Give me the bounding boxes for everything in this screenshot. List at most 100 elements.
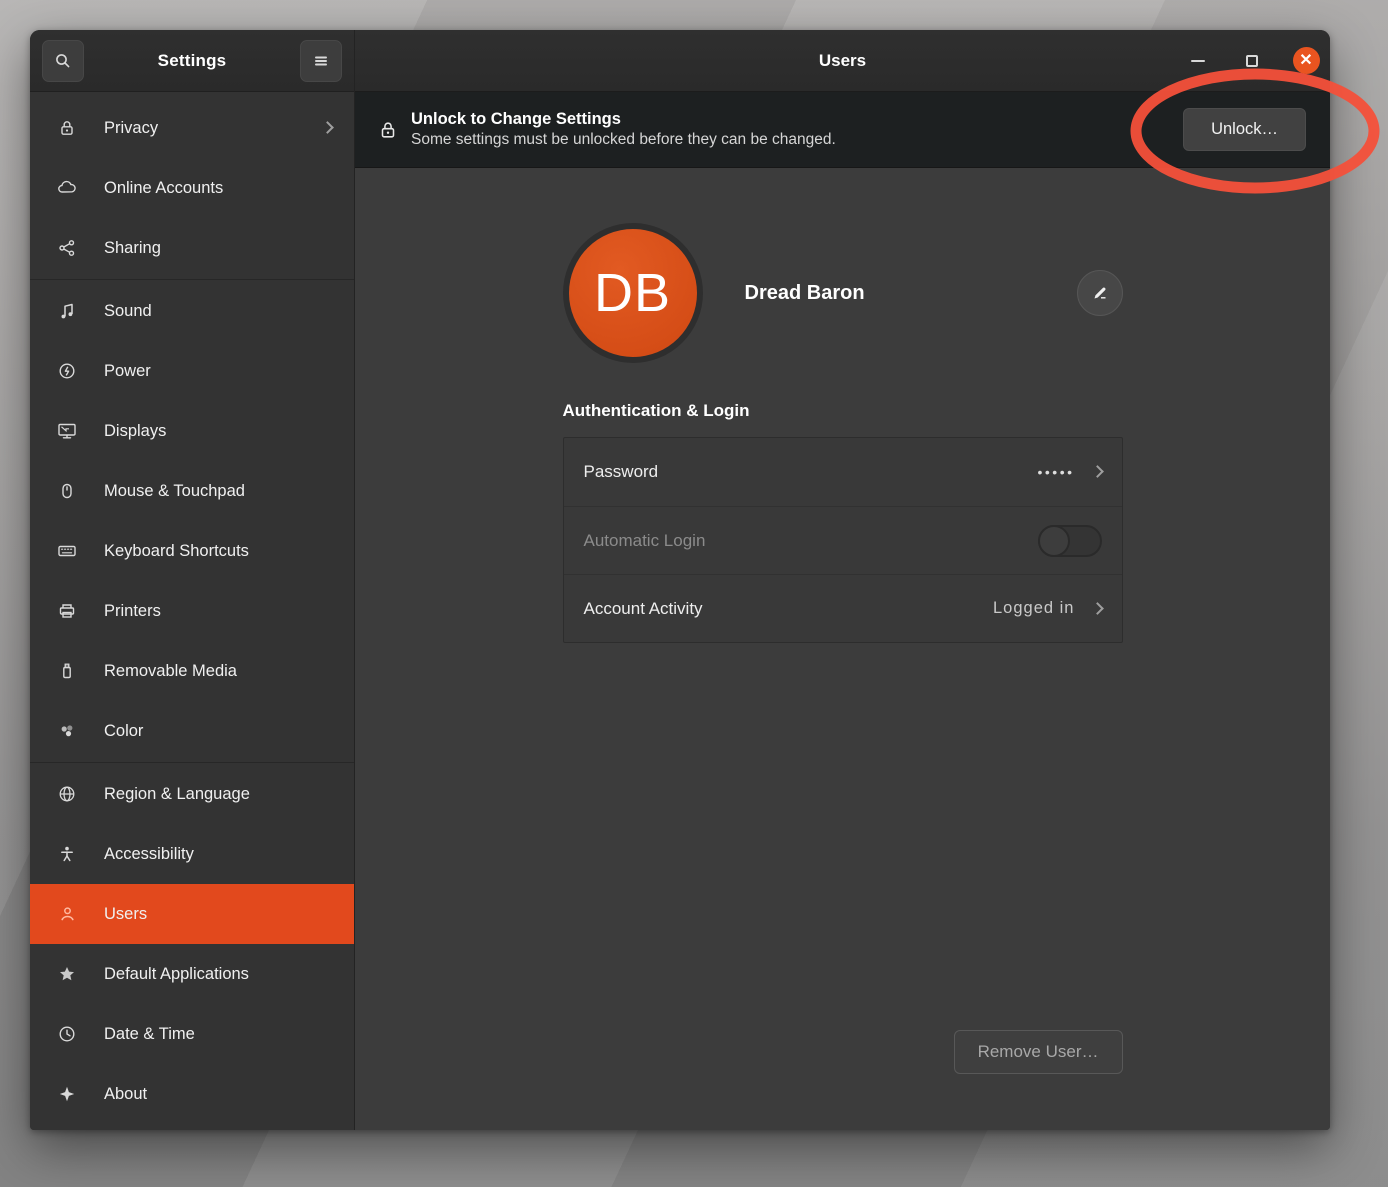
account-activity-value: Logged in: [993, 599, 1075, 618]
minimize-icon: [1191, 60, 1205, 62]
lock-icon: [377, 119, 399, 141]
star-icon: [56, 963, 78, 985]
sidebar: Settings Privacy Online Accounts Sharing: [30, 30, 355, 1130]
accessibility-icon: [56, 843, 78, 865]
hamburger-icon: [311, 51, 331, 71]
sidebar-list: Privacy Online Accounts Sharing Sound Po…: [30, 92, 354, 1130]
sidebar-item-label: Mouse & Touchpad: [104, 482, 332, 501]
sidebar-item-label: Date & Time: [104, 1025, 332, 1044]
unlock-banner: Unlock to Change Settings Some settings …: [355, 92, 1330, 168]
avatar-ring: DB: [563, 223, 703, 363]
password-label: Password: [584, 462, 659, 482]
automatic-login-label: Automatic Login: [584, 531, 706, 551]
sidebar-item-label: Keyboard Shortcuts: [104, 542, 332, 561]
search-button[interactable]: [42, 40, 84, 82]
main-panel: Users ✕ Unlock to Change Settings Some s…: [355, 30, 1330, 1130]
settings-window: Settings Privacy Online Accounts Sharing: [30, 30, 1330, 1130]
sidebar-item-date-time[interactable]: Date & Time: [30, 1004, 354, 1064]
content-column: DB Dread Baron Authentication & Login Pa…: [563, 168, 1123, 1130]
sparkle-icon: [56, 1083, 78, 1105]
sidebar-item-label: Users: [104, 905, 332, 924]
sidebar-item-label: Region & Language: [104, 785, 332, 804]
user-name: Dread Baron: [745, 282, 865, 305]
sidebar-item-power[interactable]: Power: [30, 341, 354, 401]
minimize-button[interactable]: [1184, 47, 1212, 75]
automatic-login-toggle[interactable]: [1038, 525, 1102, 557]
chevron-right-icon: [1093, 600, 1102, 618]
sidebar-item-default-applications[interactable]: Default Applications: [30, 944, 354, 1004]
usb-drive-icon: [56, 660, 78, 682]
chevron-right-icon: [323, 119, 332, 137]
maximize-button[interactable]: [1238, 47, 1266, 75]
sidebar-item-color[interactable]: Color: [30, 701, 354, 761]
sidebar-item-displays[interactable]: Displays: [30, 401, 354, 461]
sidebar-header: Settings: [30, 30, 354, 92]
sidebar-item-accessibility[interactable]: Accessibility: [30, 824, 354, 884]
sidebar-item-label: Online Accounts: [104, 179, 332, 198]
globe-icon: [56, 783, 78, 805]
auth-card: Password ••••• Automatic Login Acc: [563, 437, 1123, 643]
sidebar-item-sound[interactable]: Sound: [30, 281, 354, 341]
sidebar-item-label: Default Applications: [104, 965, 332, 984]
titlebar[interactable]: Users ✕: [355, 30, 1330, 92]
sidebar-item-privacy[interactable]: Privacy: [30, 98, 354, 158]
sidebar-item-label: Sound: [104, 302, 332, 321]
account-activity-row[interactable]: Account Activity Logged in: [564, 574, 1122, 642]
cloud-icon: [56, 177, 78, 199]
sidebar-item-printers[interactable]: Printers: [30, 581, 354, 641]
sidebar-item-label: Printers: [104, 602, 332, 621]
sidebar-separator: [30, 762, 354, 763]
color-icon: [56, 720, 78, 742]
sidebar-item-removable-media[interactable]: Removable Media: [30, 641, 354, 701]
sidebar-item-online-accounts[interactable]: Online Accounts: [30, 158, 354, 218]
chevron-right-icon: [1093, 463, 1102, 481]
mouse-icon: [56, 480, 78, 502]
edit-name-button[interactable]: [1077, 270, 1123, 316]
window-controls: ✕: [1184, 47, 1330, 75]
close-icon: ✕: [1293, 47, 1320, 74]
banner-text: Unlock to Change Settings Some settings …: [411, 110, 836, 149]
password-value: •••••: [1037, 464, 1074, 480]
clock-icon: [56, 1023, 78, 1045]
password-row[interactable]: Password •••••: [564, 438, 1122, 506]
search-icon: [53, 51, 73, 71]
sidebar-item-region-language[interactable]: Region & Language: [30, 764, 354, 824]
sidebar-item-users[interactable]: Users: [30, 884, 354, 944]
sidebar-item-label: Removable Media: [104, 662, 332, 681]
sidebar-item-label: Sharing: [104, 239, 332, 258]
avatar[interactable]: DB: [569, 229, 697, 357]
banner-title: Unlock to Change Settings: [411, 110, 836, 129]
sidebar-item-keyboard-shortcuts[interactable]: Keyboard Shortcuts: [30, 521, 354, 581]
sidebar-separator: [30, 279, 354, 280]
banner-subtitle: Some settings must be unlocked before th…: [411, 131, 836, 149]
printer-icon: [56, 600, 78, 622]
section-title: Authentication & Login: [563, 401, 1123, 421]
sidebar-item-about[interactable]: About: [30, 1064, 354, 1124]
remove-user-button[interactable]: Remove User…: [954, 1030, 1123, 1074]
account-activity-label: Account Activity: [584, 599, 703, 619]
sidebar-item-label: Power: [104, 362, 332, 381]
sidebar-item-label: Color: [104, 722, 332, 741]
toggle-knob: [1038, 525, 1070, 557]
sidebar-item-label: Accessibility: [104, 845, 332, 864]
lock-icon: [56, 117, 78, 139]
sidebar-item-label: Privacy: [104, 119, 323, 138]
keyboard-icon: [56, 540, 78, 562]
unlock-button[interactable]: Unlock…: [1183, 108, 1306, 151]
menu-button[interactable]: [300, 40, 342, 82]
power-icon: [56, 360, 78, 382]
sidebar-item-mouse-touchpad[interactable]: Mouse & Touchpad: [30, 461, 354, 521]
users-icon: [56, 903, 78, 925]
user-row: DB Dread Baron: [563, 223, 1123, 363]
automatic-login-row: Automatic Login: [564, 506, 1122, 574]
close-button[interactable]: ✕: [1292, 47, 1320, 75]
maximize-icon: [1246, 55, 1258, 67]
pencil-icon: [1090, 283, 1110, 303]
music-note-icon: [56, 300, 78, 322]
sidebar-item-sharing[interactable]: Sharing: [30, 218, 354, 278]
sidebar-item-label: About: [104, 1085, 332, 1104]
share-icon: [56, 237, 78, 259]
users-content: DB Dread Baron Authentication & Login Pa…: [355, 168, 1330, 1130]
sidebar-item-label: Displays: [104, 422, 332, 441]
app-title: Settings: [158, 51, 227, 71]
